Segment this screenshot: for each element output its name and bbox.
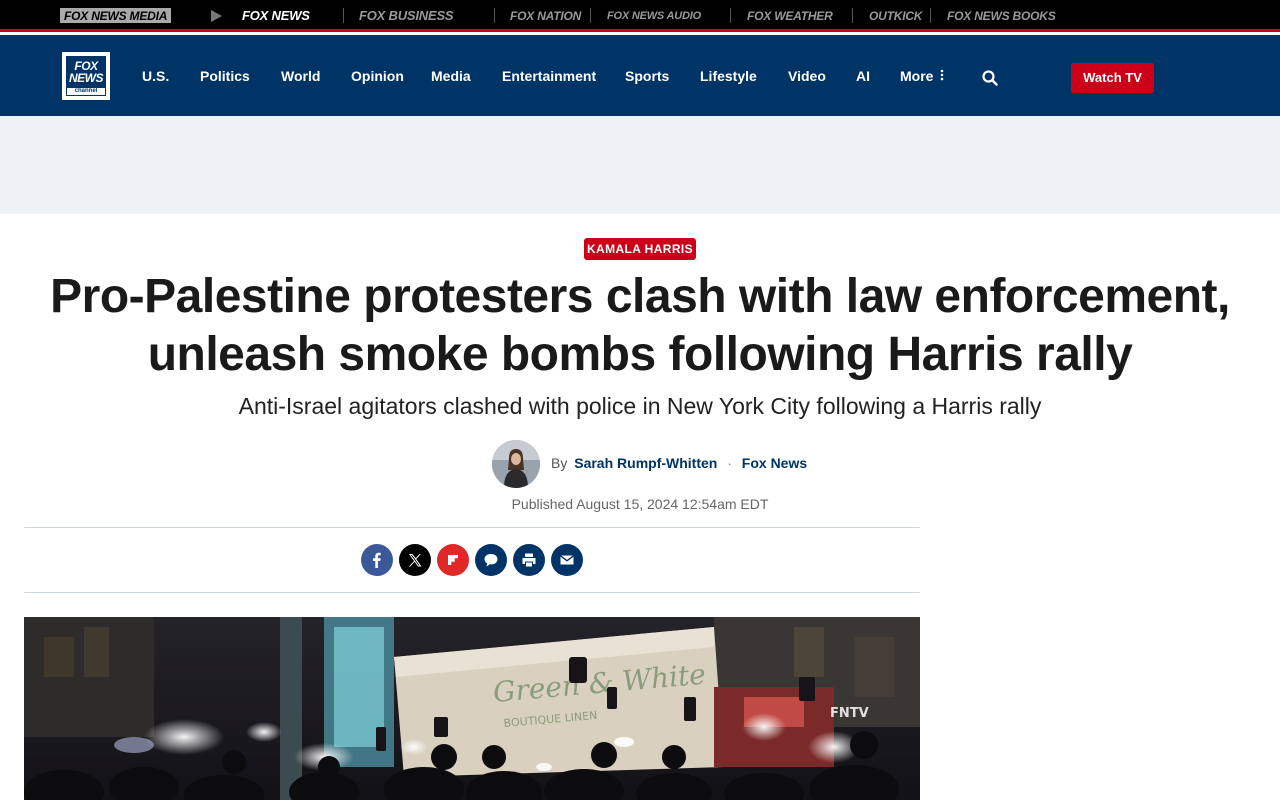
email-icon: [560, 555, 574, 565]
hero-watermark: FNTV: [830, 706, 869, 721]
network-bar: FOX NEWS media FOX NEWS FOX BUSINESS FOX…: [0, 0, 1280, 32]
logo-line-2: NEWS: [69, 71, 104, 85]
flipboard-icon: [448, 555, 458, 565]
watch-tv-button[interactable]: Watch TV: [1071, 63, 1154, 93]
comments-button[interactable]: [475, 544, 507, 576]
share-facebook-button[interactable]: [361, 544, 393, 576]
network-brand-fox-news[interactable]: FOX NEWS: [242, 8, 310, 23]
article-headline: Pro-Palestine protesters clash with law …: [50, 270, 1230, 381]
play-arrow-icon: [211, 10, 222, 22]
nav-world[interactable]: World: [281, 68, 320, 84]
x-icon: [409, 554, 422, 567]
nav-sports[interactable]: Sports: [625, 68, 669, 84]
byline: By Sarah Rumpf-Whitten · Fox News: [551, 455, 807, 471]
network-brand-fox-news-books[interactable]: FOX NEWS books: [947, 8, 1056, 23]
hero-photo[interactable]: Green & White BOUTIQUE LINEN FNTV: [24, 617, 920, 800]
network-divider: [343, 8, 344, 23]
network-divider: [494, 8, 495, 23]
site-header: FOX NEWS channel U.S. Politics World Opi…: [0, 35, 1280, 116]
network-brand-fox-nation[interactable]: FOX NATION: [510, 8, 581, 23]
nav-opinion[interactable]: Opinion: [351, 68, 404, 84]
author-photo: [492, 440, 540, 488]
share-x-button[interactable]: [399, 544, 431, 576]
nav-entertainment[interactable]: Entertainment: [502, 68, 596, 84]
search-icon[interactable]: [981, 69, 999, 87]
kebab-icon: [941, 69, 944, 81]
network-divider: [930, 8, 931, 23]
nav-more[interactable]: More: [900, 68, 945, 84]
published-timestamp: Published August 15, 2024 12:54am EDT: [511, 496, 769, 512]
category-eyebrow[interactable]: KAMALA HARRIS: [584, 238, 696, 260]
author-avatar[interactable]: [492, 440, 540, 488]
comment-icon: [484, 554, 498, 567]
divider: [24, 527, 920, 528]
network-brand-fox-news-media[interactable]: FOX NEWS media: [60, 8, 172, 23]
byline-separator: ·: [727, 455, 732, 471]
network-brand-fox-business[interactable]: FOX BUSINESS: [359, 8, 454, 23]
fox-news-logo[interactable]: FOX NEWS channel: [62, 52, 110, 100]
nav-politics[interactable]: Politics: [200, 68, 250, 84]
nav-lifestyle[interactable]: Lifestyle: [700, 68, 757, 84]
print-button[interactable]: [513, 544, 545, 576]
email-button[interactable]: [551, 544, 583, 576]
divider: [24, 592, 920, 593]
protest-photo: Green & White BOUTIQUE LINEN FNTV: [24, 617, 920, 800]
print-icon: [522, 553, 536, 567]
network-divider: [590, 8, 591, 23]
nav-more-label: More: [900, 68, 934, 84]
nav-media[interactable]: Media: [431, 68, 471, 84]
logo-line-3: channel: [67, 88, 105, 95]
network-divider: [852, 8, 853, 23]
nav-us[interactable]: U.S.: [142, 68, 169, 84]
network-brand-fox-news-audio[interactable]: FOX NEWS audio: [607, 8, 701, 23]
network-brand-outkick[interactable]: OUTKICK: [869, 8, 922, 23]
share-flipboard-button[interactable]: [437, 544, 469, 576]
facebook-icon: [373, 552, 381, 568]
network-brand-fox-weather[interactable]: FOX WEATHER: [747, 8, 833, 23]
ad-placeholder: [0, 116, 1280, 214]
byline-prefix: By: [551, 455, 568, 471]
outlet-link[interactable]: Fox News: [742, 455, 807, 471]
author-link[interactable]: Sarah Rumpf-Whitten: [574, 455, 717, 471]
nav-ai[interactable]: AI: [856, 68, 870, 84]
network-divider: [730, 8, 731, 23]
article-subhead: Anti-Israel agitators clashed with polic…: [238, 393, 1042, 419]
nav-video[interactable]: Video: [788, 68, 826, 84]
